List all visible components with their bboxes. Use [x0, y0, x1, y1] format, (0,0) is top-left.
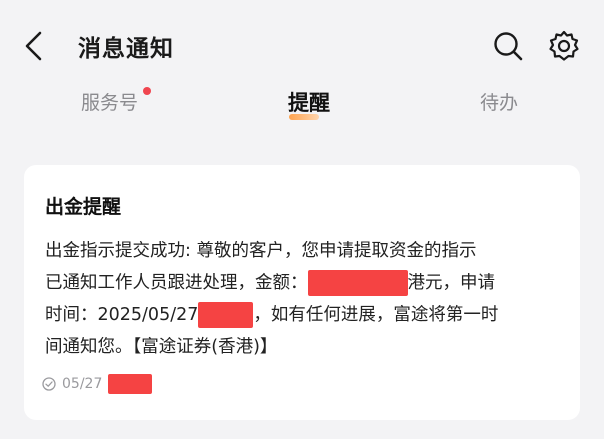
back-arrow-icon[interactable] — [20, 30, 50, 62]
message-line: 出金指示提交成功: 尊敬的客户，您申请提取资金的指示 — [45, 235, 565, 267]
read-check-icon — [42, 377, 56, 391]
message-body: 出金指示提交成功: 尊敬的客户，您申请提取资金的指示 已通知工作人员跟进处理，金… — [45, 235, 565, 363]
message-text: 港元，申请 — [407, 273, 496, 293]
message-text: 已通知工作人员跟进处理，金额： — [45, 273, 308, 293]
message-date: 05/27 — [62, 376, 103, 392]
tab-reminders[interactable]: 提醒 — [288, 87, 330, 117]
tab-bar: 服务号 提醒 待办 — [0, 84, 604, 126]
message-footer: 05/27 — [42, 374, 153, 394]
search-icon[interactable] — [492, 30, 524, 62]
redacted-amount — [307, 270, 408, 296]
message-card[interactable]: 出金提醒 出金指示提交成功: 尊敬的客户，您申请提取资金的指示 已通知工作人员跟… — [24, 165, 580, 420]
redacted-time — [198, 302, 254, 328]
tab-service-account[interactable]: 服务号 — [81, 88, 138, 115]
gear-icon[interactable] — [547, 29, 581, 63]
redacted-timestamp — [108, 374, 153, 394]
active-tab-indicator — [289, 114, 319, 120]
page-title: 消息通知 — [78, 36, 174, 62]
message-text: 间通知您。【富途证券(香港)】 — [45, 337, 278, 357]
tab-todo[interactable]: 待办 — [480, 88, 518, 115]
unread-badge — [143, 87, 151, 95]
message-title: 出金提醒 — [45, 196, 122, 218]
message-line: 已通知工作人员跟进处理，金额： 港元，申请 — [45, 267, 565, 299]
message-text: 出金指示提交成功: 尊敬的客户，您申请提取资金的指示 — [45, 241, 477, 261]
message-text: 时间：2025/05/27 — [45, 305, 199, 325]
message-text: ，如有任何进展，富途将第一时 — [253, 305, 499, 325]
message-line: 间通知您。【富途证券(香港)】 — [45, 331, 565, 363]
header: 消息通知 — [0, 0, 604, 90]
message-line: 时间：2025/05/27 ，如有任何进展，富途将第一时 — [45, 299, 565, 331]
